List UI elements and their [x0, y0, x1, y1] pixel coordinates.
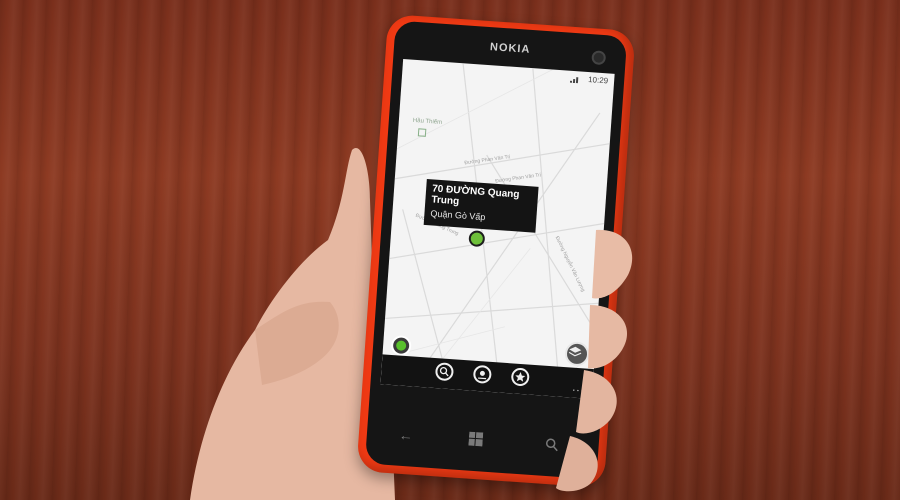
more-icon[interactable]: ... — [572, 382, 585, 395]
hardware-keys: ← — [376, 420, 590, 465]
photo-scene: NOKIA 10:29 Hầu Thiếm Đường Phan Văn Trị… — [0, 0, 900, 500]
front-camera — [591, 50, 607, 66]
phone: NOKIA 10:29 Hầu Thiếm Đường Phan Văn Trị… — [356, 13, 636, 489]
location-callout[interactable]: 70 ĐƯỜNG Quang Trung Quận Gò Vấp — [423, 179, 539, 233]
hardware-search-icon[interactable] — [544, 437, 559, 455]
callout-title: 70 ĐƯỜNG Quang Trung — [431, 183, 520, 208]
windows-icon[interactable] — [468, 431, 484, 450]
status-time: 10:29 — [587, 75, 609, 86]
star-icon[interactable] — [510, 367, 530, 387]
location-icon[interactable] — [472, 364, 492, 384]
search-icon[interactable] — [434, 362, 455, 382]
poi-icon — [417, 128, 427, 137]
phone-screen: 10:29 Hầu Thiếm Đường Phan Văn Trị Đường… — [380, 59, 615, 400]
signal-icon — [569, 77, 579, 84]
phone-face: NOKIA 10:29 Hầu Thiếm Đường Phan Văn Trị… — [364, 20, 628, 480]
back-icon[interactable]: ← — [398, 427, 413, 444]
